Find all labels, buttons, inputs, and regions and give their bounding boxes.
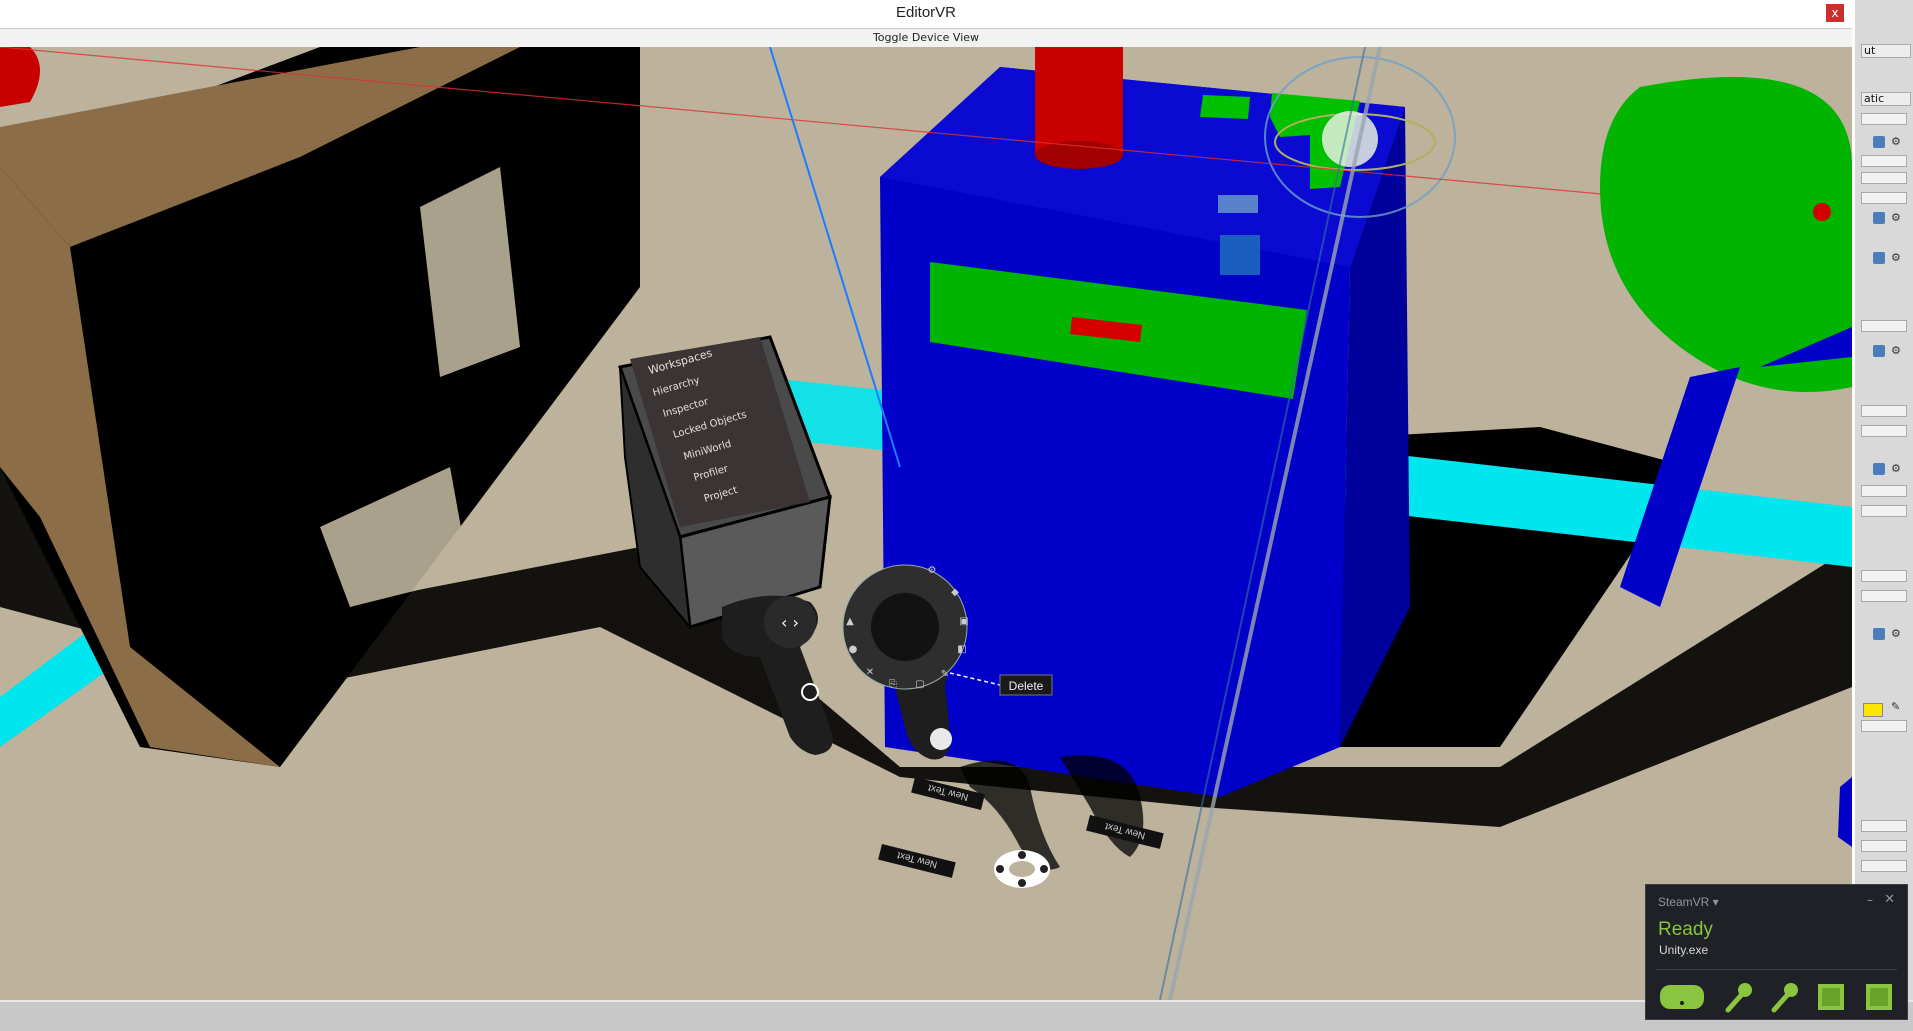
controller-icon[interactable] xyxy=(1722,982,1754,1014)
inspector-field[interactable] xyxy=(1861,505,1907,517)
close-tool-icon[interactable]: ✕ xyxy=(866,667,874,678)
delete-tool-icon[interactable]: ✎ xyxy=(941,669,949,680)
steamvr-menu[interactable]: SteamVR ▾ xyxy=(1658,895,1719,909)
inspector-field[interactable] xyxy=(1861,570,1907,582)
gear-icon[interactable]: ⚙ xyxy=(1891,135,1901,148)
inspector-field[interactable] xyxy=(1861,860,1907,872)
tool-icon[interactable]: ◧ xyxy=(957,644,966,655)
red-pipe-base xyxy=(1035,141,1123,169)
radial-menu-center[interactable] xyxy=(871,593,939,661)
inspector-field[interactable] xyxy=(1861,485,1907,497)
red-pipe xyxy=(1035,47,1123,157)
inspector-field[interactable] xyxy=(1861,720,1907,732)
marker-dot xyxy=(1018,879,1026,887)
marker-dot xyxy=(1040,865,1048,873)
inspector-field[interactable] xyxy=(1861,155,1907,167)
base-station-icon[interactable] xyxy=(1864,982,1894,1012)
steamvr-status: Ready xyxy=(1658,919,1713,940)
gear-icon[interactable]: ⚙ xyxy=(1891,344,1901,357)
component-book-icon[interactable] xyxy=(1873,463,1885,475)
headset-icon[interactable] xyxy=(1658,982,1706,1012)
red-dot xyxy=(1813,203,1831,221)
device-view-bar: Toggle Device View xyxy=(0,29,1852,48)
cabinet-panel xyxy=(1220,235,1260,275)
eyedropper-icon[interactable]: ✎ xyxy=(1891,700,1900,713)
green-block xyxy=(1200,95,1250,119)
editor-bottom-bar xyxy=(0,1000,1913,1031)
steamvr-close-button[interactable]: ✕ xyxy=(1884,892,1895,907)
unity-logo-icon xyxy=(930,728,952,750)
gear-icon[interactable]: ⚙ xyxy=(1891,627,1901,640)
blue-fragment xyxy=(1838,777,1852,847)
inspector-field[interactable] xyxy=(1861,840,1907,852)
inspector-field[interactable] xyxy=(1861,172,1907,184)
close-button[interactable]: x xyxy=(1826,4,1844,22)
marker-dot xyxy=(1018,851,1026,859)
color-swatch[interactable] xyxy=(1863,703,1883,717)
component-book-icon[interactable] xyxy=(1873,628,1885,640)
inspector-field[interactable] xyxy=(1861,192,1907,204)
tool-icon[interactable]: ▢ xyxy=(915,679,924,690)
marker-dot xyxy=(996,865,1004,873)
gear-icon[interactable]: ⚙ xyxy=(1891,251,1901,264)
inspector-panel-edge: ut atic ⚙ ⚙ ⚙ ⚙ ⚙ ⚙ ✎ xyxy=(1852,0,1913,1000)
tool-icon[interactable]: ▲ xyxy=(846,616,854,627)
tool-icon[interactable]: ◆ xyxy=(951,587,959,598)
teleport-marker-center xyxy=(1009,861,1035,877)
cabinet-panel xyxy=(1218,195,1258,213)
workspace-switch-icon: ‹ › xyxy=(781,613,799,632)
tool-icon[interactable]: ▣ xyxy=(959,616,968,627)
gear-icon[interactable]: ⚙ xyxy=(1891,211,1901,224)
divider xyxy=(1656,969,1897,970)
minimize-button[interactable]: – xyxy=(1867,893,1873,907)
tool-icon[interactable]: ⚙ xyxy=(928,565,937,576)
inspector-field[interactable] xyxy=(1861,113,1907,125)
base-station-icon[interactable] xyxy=(1816,982,1846,1012)
steamvr-status-window: SteamVR ▾ – ✕ Ready Unity.exe xyxy=(1645,884,1908,1020)
tool-icon[interactable]: ● xyxy=(849,644,858,655)
inspector-field[interactable] xyxy=(1861,820,1907,832)
vr-scene-view[interactable]: Workspaces Hierarchy Inspector Locked Ob… xyxy=(0,47,1852,1000)
steamvr-app-name: Unity.exe xyxy=(1659,943,1709,957)
tool-icon[interactable]: ⎘ xyxy=(889,679,897,690)
inspector-field[interactable] xyxy=(1861,405,1907,417)
component-book-icon[interactable] xyxy=(1873,212,1885,224)
inspector-field[interactable] xyxy=(1861,590,1907,602)
static-dropdown[interactable]: atic xyxy=(1861,92,1911,106)
component-book-icon[interactable] xyxy=(1873,345,1885,357)
toggle-device-view-button[interactable]: Toggle Device View xyxy=(0,31,1852,44)
inspector-field[interactable] xyxy=(1861,320,1907,332)
component-book-icon[interactable] xyxy=(1873,252,1885,264)
layout-dropdown[interactable]: ut xyxy=(1861,44,1911,58)
window-titlebar: EditorVR x xyxy=(0,0,1852,29)
controller-icon[interactable] xyxy=(1768,982,1800,1014)
component-book-icon[interactable] xyxy=(1873,136,1885,148)
window-title: EditorVR xyxy=(895,4,957,21)
delete-tooltip-label: Delete xyxy=(1009,679,1044,693)
gear-icon[interactable]: ⚙ xyxy=(1891,462,1901,475)
inspector-field[interactable] xyxy=(1861,425,1907,437)
